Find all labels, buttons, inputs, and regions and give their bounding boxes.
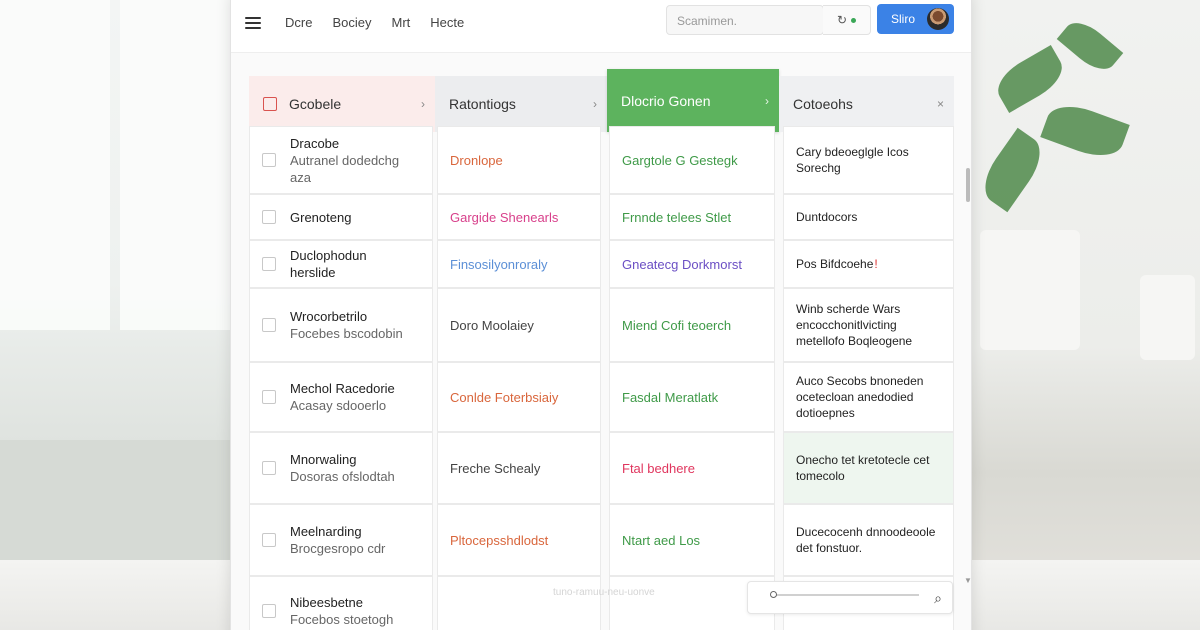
task-subtitle: Dosoras ofslodtah bbox=[290, 469, 395, 484]
status-cell[interactable]: Dronlope bbox=[437, 126, 601, 194]
status-cell[interactable]: Doro Moolaiey bbox=[437, 288, 601, 362]
slider-handle[interactable] bbox=[770, 591, 777, 598]
task-subtitle: Acasay sdooerlo bbox=[290, 398, 387, 413]
column-header-2[interactable]: Ratontiogs › bbox=[435, 76, 607, 132]
notes-cell[interactable]: Cary bdeoeglgle Icos Sorechg bbox=[783, 126, 954, 194]
app-window: Dcre Bociey Mrt Hecte Scamimen. ↻ Sliro … bbox=[230, 0, 972, 630]
column-header-4[interactable]: Cotoeohs × bbox=[779, 76, 954, 132]
table-row[interactable]: Grenoteng Gargide Shenearls Frnnde telee… bbox=[249, 194, 954, 240]
background-window bbox=[0, 0, 240, 630]
notes-cell[interactable]: Duntdocors bbox=[783, 194, 954, 240]
row-checkbox[interactable] bbox=[262, 318, 276, 332]
table-row[interactable]: Dracobe Autranel dodedchg aza Dronlope Ga… bbox=[249, 126, 954, 194]
status-cell[interactable]: Freche Schealy bbox=[437, 432, 601, 504]
task-title: Duclophodun bbox=[290, 248, 367, 263]
task-cell[interactable]: Mnorwaling Dosoras ofslodtah bbox=[249, 432, 433, 504]
menu-icon[interactable] bbox=[245, 16, 261, 29]
notes-cell[interactable]: Pos Bifdcoehe! bbox=[783, 240, 954, 288]
profile-button-label: Sliro bbox=[891, 12, 916, 26]
table-row[interactable]: Mnorwaling Dosoras ofslodtah Freche Schea… bbox=[249, 432, 954, 504]
table-row[interactable]: Duclophodun herslide Finsosilyonroraly Gn… bbox=[249, 240, 954, 288]
notes-cell[interactable]: Onecho tet kretotecle cet tomecolo bbox=[783, 432, 954, 504]
row-checkbox[interactable] bbox=[262, 210, 276, 224]
status-cell[interactable]: Pltocepsshdlodst bbox=[437, 504, 601, 576]
task-title: Mnorwaling bbox=[290, 452, 357, 467]
progress-cell[interactable]: Miend Cofi teoerch bbox=[609, 288, 775, 362]
table-row[interactable]: Wrocorbetrilo Focebes bscodobin Doro Mool… bbox=[249, 288, 954, 362]
scroll-down-icon[interactable]: ▼ bbox=[964, 576, 972, 585]
status-dot-icon bbox=[851, 17, 857, 23]
column-header-label: Gcobele bbox=[289, 96, 342, 112]
task-cell[interactable]: Duclophodun herslide bbox=[249, 240, 433, 288]
progress-cell[interactable]: Gneatecg Dorkmorst bbox=[609, 240, 775, 288]
avatar[interactable] bbox=[927, 8, 949, 30]
task-title: Dracobe bbox=[290, 135, 340, 151]
notes-cell[interactable]: Ducecocenh dnnoodeoole det fonstuor. bbox=[783, 504, 954, 576]
notes-cell[interactable]: Winb scherde Wars encocchonitlvicting me… bbox=[783, 288, 954, 362]
task-title: Mechol Racedorie bbox=[290, 381, 395, 396]
search-input[interactable]: Scamimen. bbox=[666, 5, 824, 35]
task-cell[interactable]: Meelnarding Brocgesropo cdr bbox=[249, 504, 433, 576]
task-subtitle: Autranel dodedchg aza bbox=[290, 152, 400, 185]
chevron-right-icon[interactable]: › bbox=[765, 94, 769, 108]
background-plant bbox=[965, 0, 1200, 630]
table-row[interactable]: Meelnarding Brocgesropo cdr Pltocepsshdlo… bbox=[249, 504, 954, 576]
chevron-right-icon[interactable]: › bbox=[421, 97, 425, 111]
scrollbar-thumb[interactable] bbox=[966, 168, 970, 202]
column-header-label: Cotoeohs bbox=[793, 96, 853, 112]
zoom-icon[interactable]: ⌕ bbox=[934, 590, 942, 607]
nav-item-4[interactable]: Hecte bbox=[430, 15, 464, 30]
row-checkbox[interactable] bbox=[262, 604, 276, 618]
select-all-checkbox[interactable] bbox=[263, 97, 277, 111]
task-title: Nibeesbetne bbox=[290, 595, 363, 610]
progress-cell[interactable]: Ntart aed Los bbox=[609, 504, 775, 576]
row-checkbox[interactable] bbox=[262, 533, 276, 547]
column-header-label: Ratontiogs bbox=[449, 96, 516, 112]
status-cell[interactable]: Gargide Shenearls bbox=[437, 194, 601, 240]
task-cell[interactable]: Grenoteng bbox=[249, 194, 433, 240]
progress-cell[interactable]: Frnnde telees Stlet bbox=[609, 194, 775, 240]
nav-item-1[interactable]: Dcre bbox=[285, 15, 312, 30]
task-subtitle: Focebes bscodobin bbox=[290, 326, 403, 341]
top-nav: Dcre Bociey Mrt Hecte bbox=[285, 15, 464, 30]
task-cell[interactable]: Wrocorbetrilo Focebes bscodobin bbox=[249, 288, 433, 362]
task-subtitle: herslide bbox=[290, 265, 336, 280]
row-checkbox[interactable] bbox=[262, 257, 276, 271]
notes-text: Pos Bifdcoehe bbox=[796, 257, 874, 271]
row-checkbox[interactable] bbox=[262, 461, 276, 475]
task-title: Grenoteng bbox=[290, 209, 352, 225]
column-header-1[interactable]: Gcobele › bbox=[249, 76, 435, 132]
zoom-slider[interactable]: ⌕ bbox=[747, 581, 953, 614]
task-cell[interactable]: Dracobe Autranel dodedchg aza bbox=[249, 126, 433, 194]
close-icon[interactable]: × bbox=[937, 97, 944, 111]
profile-button[interactable]: Sliro bbox=[877, 4, 954, 34]
flag-icon: ! bbox=[874, 257, 878, 271]
notes-cell[interactable]: Auco Secobs bnoneden ocetecloan anedodie… bbox=[783, 362, 954, 432]
row-checkbox[interactable] bbox=[262, 390, 276, 404]
nav-item-3[interactable]: Mrt bbox=[391, 15, 410, 30]
column-header-3[interactable]: Dlocrio Gonen › bbox=[607, 69, 779, 132]
chevron-right-icon[interactable]: › bbox=[593, 97, 597, 111]
task-title: Meelnarding bbox=[290, 524, 362, 539]
top-bar: Dcre Bociey Mrt Hecte Scamimen. ↻ Sliro bbox=[231, 0, 971, 53]
status-cell[interactable]: Finsosilyonroraly bbox=[437, 240, 601, 288]
task-cell[interactable]: Mechol Racedorie Acasay sdooerlo bbox=[249, 362, 433, 432]
progress-cell[interactable]: Gargtole G Gestegk bbox=[609, 126, 775, 194]
search-actions[interactable]: ↻ bbox=[823, 5, 871, 35]
table-row[interactable]: Mechol Racedorie Acasay sdooerlo Conlde F… bbox=[249, 362, 954, 432]
row-checkbox[interactable] bbox=[262, 153, 276, 167]
task-cell[interactable]: Nibeesbetne Focebos stoetogh bbox=[249, 576, 433, 630]
refresh-icon[interactable]: ↻ bbox=[837, 13, 847, 27]
task-subtitle: Brocgesropo cdr bbox=[290, 541, 386, 556]
status-cell[interactable]: Conlde Foterbsiaiy bbox=[437, 362, 601, 432]
footer-hint: tuno-ramuu-neu-uonve bbox=[553, 587, 655, 598]
slider-track[interactable] bbox=[774, 594, 919, 596]
nav-item-2[interactable]: Bociey bbox=[332, 15, 371, 30]
task-title: Wrocorbetrilo bbox=[290, 309, 368, 324]
status-cell[interactable] bbox=[437, 576, 601, 630]
task-subtitle: Focebos stoetogh bbox=[290, 612, 394, 627]
progress-cell[interactable]: Fasdal Meratlatk bbox=[609, 362, 775, 432]
column-header-label: Dlocrio Gonen bbox=[621, 92, 711, 109]
progress-cell[interactable]: Ftal bedhere bbox=[609, 432, 775, 504]
